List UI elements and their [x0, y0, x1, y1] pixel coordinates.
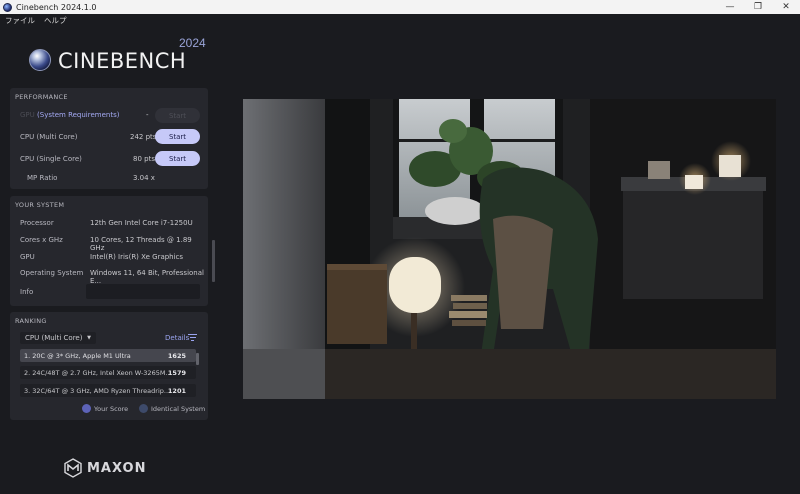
- ranking-row[interactable]: 2. 24C/48T @ 2.7 GHz, Intel Xeon W-3265M…: [20, 366, 196, 379]
- close-button[interactable]: ✕: [772, 0, 800, 14]
- ranking-row-label: 3. 32C/64T @ 3 GHz, AMD Ryzen Threadrip.…: [24, 386, 171, 395]
- render-preview: [243, 99, 776, 399]
- cinebench-app-icon: [3, 2, 12, 12]
- gpu-info-value: Intel(R) Iris(R) Xe Graphics: [90, 253, 184, 261]
- mp-ratio-label: MP Ratio: [27, 174, 58, 182]
- cpu-single-start-button[interactable]: Start: [155, 151, 200, 166]
- ranking-panel: RANKING CPU (Multi Core) ▼ Details 1. 20…: [10, 312, 208, 420]
- cpu-multi-value: 242 pts: [130, 133, 157, 141]
- cpu-multi-start-button[interactable]: Start: [155, 129, 200, 144]
- maxon-logo: MAXON: [63, 457, 147, 479]
- gpu-start-button: Start: [155, 108, 200, 123]
- cpu-single-value: 80 pts: [133, 155, 155, 163]
- gpu-requirements-link[interactable]: (System Requirements): [37, 111, 119, 119]
- performance-title: PERFORMANCE: [15, 93, 68, 101]
- ranking-dropdown-value: CPU (Multi Core): [25, 334, 83, 342]
- info-input[interactable]: [86, 284, 200, 299]
- identical-system-legend: Identical System: [151, 405, 206, 413]
- your-score-dot-icon: [82, 404, 91, 413]
- identical-system-dot-icon: [139, 404, 148, 413]
- gpu-info-label: GPU: [20, 253, 35, 261]
- ranking-row-label: 2. 24C/48T @ 2.7 GHz, Intel Xeon W-3265M…: [24, 368, 172, 377]
- cpu-single-label: CPU (Single Core): [20, 155, 82, 163]
- details-button[interactable]: Details: [165, 334, 189, 342]
- ranking-scrollbar[interactable]: [196, 353, 199, 365]
- cpu-multi-label: CPU (Multi Core): [20, 133, 78, 141]
- cinebench-logo: CINEBENCH 2024: [29, 36, 214, 77]
- ranking-row-score: 1625: [167, 352, 186, 360]
- window-controls: — ❐ ✕: [716, 0, 800, 14]
- cinebench-sphere-icon: [29, 49, 51, 71]
- menu-bar: ファイル ヘルプ: [0, 14, 800, 27]
- chevron-down-icon: ▼: [87, 335, 91, 341]
- system-title: YOUR SYSTEM: [15, 201, 65, 209]
- logo-year: 2024: [179, 36, 206, 50]
- menu-file[interactable]: ファイル: [5, 15, 35, 26]
- title-bar: Cinebench 2024.1.0 — ❐ ✕: [0, 0, 800, 14]
- processor-value: 12th Gen Intel Core i7-1250U: [90, 219, 193, 227]
- mp-ratio-value: 3.04 x: [133, 174, 155, 182]
- processor-label: Processor: [20, 219, 54, 227]
- gpu-prefix: GPU: [20, 111, 35, 119]
- sidebar-scrollbar[interactable]: [212, 240, 215, 282]
- maximize-button[interactable]: ❐: [744, 0, 772, 14]
- minimize-button[interactable]: —: [716, 0, 744, 14]
- system-panel: YOUR SYSTEM Processor 12th Gen Intel Cor…: [10, 196, 208, 306]
- os-label: Operating System: [20, 269, 84, 277]
- ranking-row[interactable]: 3. 32C/64T @ 3 GHz, AMD Ryzen Threadrip.…: [20, 384, 196, 397]
- logo-wordmark: CINEBENCH: [58, 49, 187, 73]
- your-score-legend: Your Score: [94, 405, 129, 413]
- render-scene: [243, 99, 776, 399]
- performance-panel: PERFORMANCE GPU (System Requirements) - …: [10, 88, 208, 189]
- ranking-row[interactable]: 1. 20C @ 3* GHz, Apple M1 Ultra 1625: [20, 349, 196, 362]
- gpu-label: GPU (System Requirements): [20, 111, 119, 119]
- ranking-row-score: 1579: [167, 369, 186, 377]
- filter-icon[interactable]: [188, 334, 197, 342]
- maxon-wordmark: MAXON: [87, 460, 147, 476]
- info-label: Info: [20, 288, 34, 296]
- os-value: Windows 11, 64 Bit, Professional E...: [90, 269, 204, 285]
- ranking-row-label: 1. 20C @ 3* GHz, Apple M1 Ultra: [24, 351, 131, 360]
- menu-help[interactable]: ヘルプ: [44, 15, 67, 26]
- cores-value: 10 Cores, 12 Threads @ 1.89 GHz: [90, 236, 192, 252]
- maxon-cube-icon: [64, 458, 82, 478]
- ranking-title: RANKING: [15, 317, 47, 325]
- window-title: Cinebench 2024.1.0: [16, 2, 97, 12]
- cores-label: Cores x GHz: [20, 236, 63, 244]
- ranking-row-score: 1201: [167, 387, 186, 395]
- ranking-type-dropdown[interactable]: CPU (Multi Core) ▼: [20, 332, 96, 344]
- gpu-value: -: [146, 111, 149, 119]
